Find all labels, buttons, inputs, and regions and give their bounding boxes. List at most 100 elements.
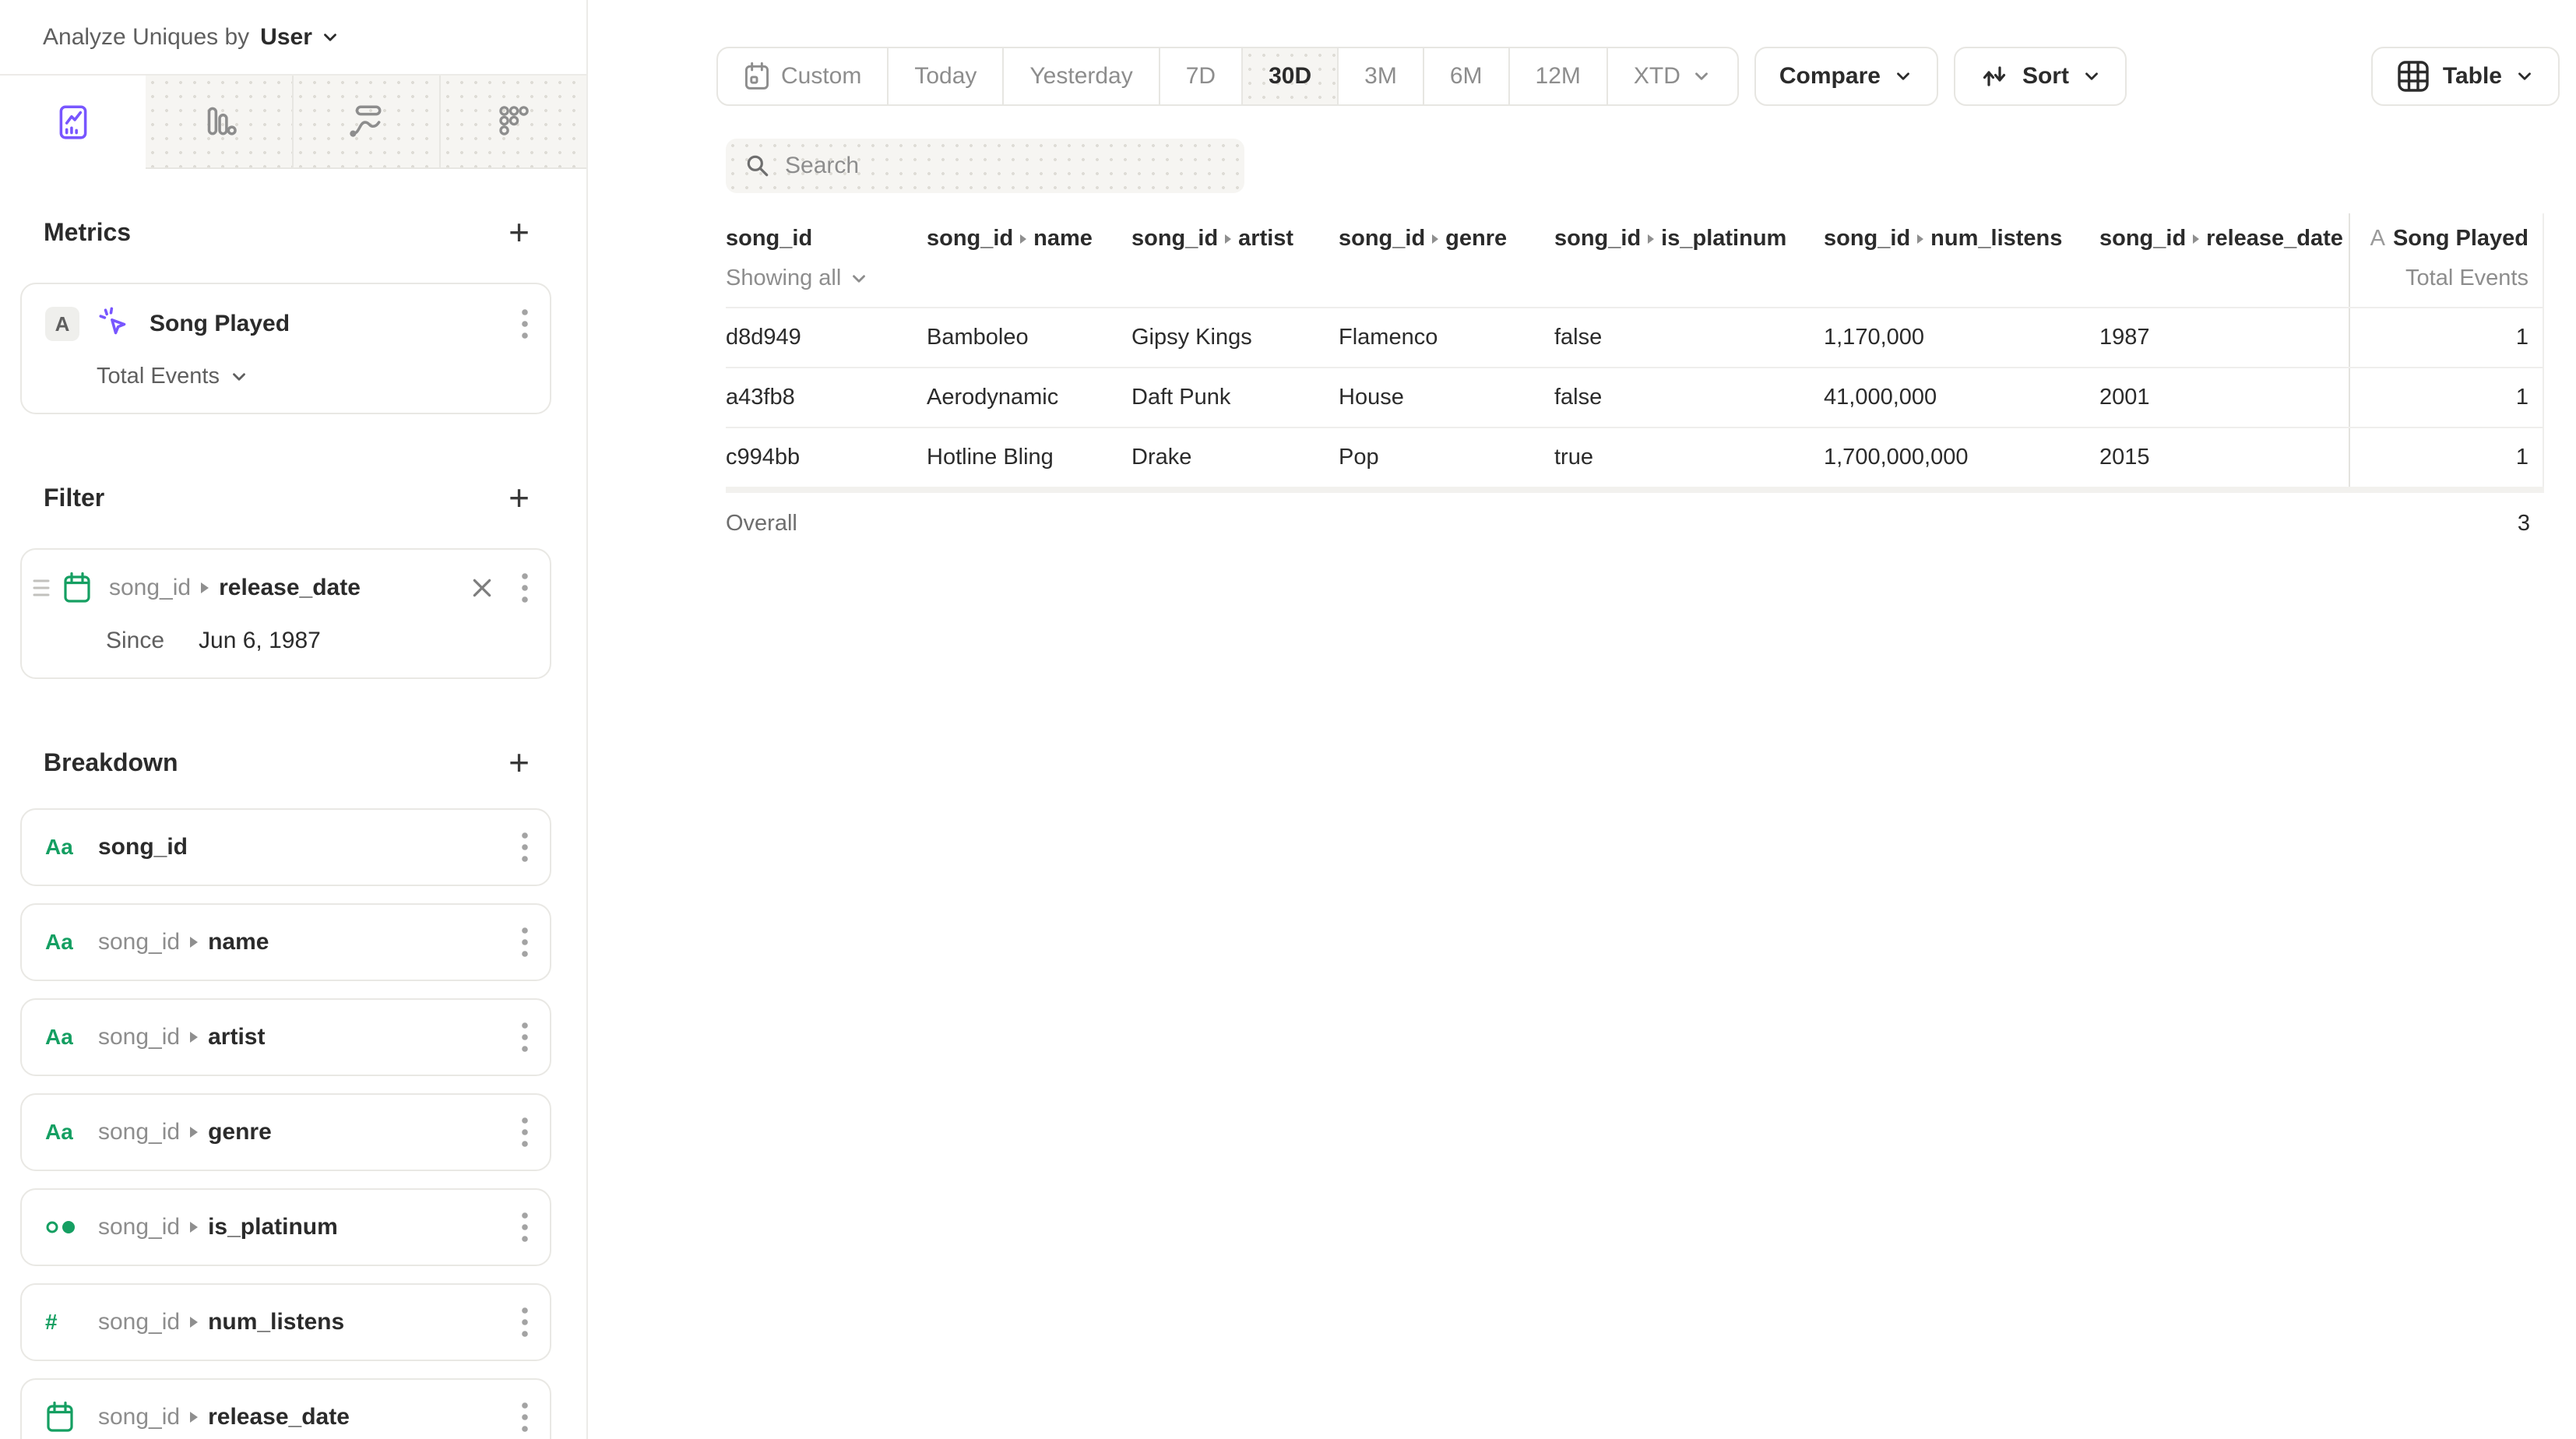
showing-all-selector[interactable]: Showing all — [726, 266, 869, 291]
filter-section-header: Filter + — [20, 480, 551, 515]
property-path-separator — [190, 1032, 198, 1043]
table-row-d8d949[interactable]: d8d949BamboleoGipsy KingsFlamencofalse1,… — [726, 307, 2544, 367]
cell-artist: Drake — [1131, 428, 1339, 487]
table-row-a43fb8[interactable]: a43fb8AerodynamicDaft PunkHousefalse41,0… — [726, 367, 2544, 427]
sort-button[interactable]: Sort — [1954, 47, 2127, 106]
kebab-menu-icon[interactable] — [520, 1021, 530, 1054]
filter-value[interactable]: Jun 6, 1987 — [199, 628, 321, 654]
breakdown-item-name[interactable]: Aasong_idname — [20, 903, 551, 981]
filter-operator[interactable]: Since — [106, 628, 164, 654]
date-range-label: 7D — [1186, 63, 1216, 90]
date-range-today[interactable]: Today — [887, 48, 1002, 104]
breakdown-item-release_date[interactable]: song_idrelease_dateby Year — [20, 1378, 551, 1439]
report-main-area: CustomToday Yesterday 7D 30D 3M6M12MXTD Comp… — [588, 0, 2576, 1439]
sidebar-content: Metrics + ASong PlayedTotal Events Filte… — [0, 169, 586, 1439]
text-property-icon: Aa — [45, 930, 73, 955]
breakdown-item-num_listens[interactable]: # song_id num_listens — [20, 1283, 551, 1361]
table-grid-icon — [2396, 59, 2430, 93]
kebab-menu-icon[interactable] — [520, 1306, 530, 1339]
kebab-menu-icon[interactable] — [520, 1401, 530, 1434]
column-parent-label: song_id — [1554, 226, 1641, 252]
cell-num_listens: 1,170,000 — [1824, 308, 2099, 367]
text-property-icon: Aa — [45, 835, 73, 860]
kebab-menu-icon[interactable] — [520, 308, 530, 340]
metrics-section-header: Metrics + — [20, 214, 551, 250]
search-input[interactable] — [785, 153, 1226, 179]
breakdown-item-is_platinum[interactable]: song_idis_platinum — [20, 1188, 551, 1266]
cell-metric-value: 1 — [2349, 308, 2544, 367]
column-header-num_listens[interactable]: song_idnum_listens — [1824, 213, 2099, 307]
date-range-7d[interactable]: 7D — [1159, 48, 1241, 104]
add-metric-button[interactable]: + — [509, 214, 530, 250]
property-parent-label: song_id — [109, 575, 191, 601]
filter-item[interactable]: song_idrelease_dateSinceJun 6, 1987 — [20, 548, 551, 679]
column-label: name — [1033, 226, 1093, 252]
add-breakdown-button[interactable]: + — [509, 744, 530, 780]
compare-button-label: Compare — [1779, 63, 1881, 90]
date-range-6m[interactable]: 6M — [1423, 48, 1508, 104]
visualization-selector-button[interactable]: Table — [2371, 47, 2560, 106]
retention-tab[interactable] — [439, 76, 586, 169]
aggregation-selector[interactable]: Total Events — [97, 364, 249, 389]
property-path-separator — [190, 1317, 198, 1328]
cell-name: Aerodynamic — [927, 368, 1131, 427]
property-leaf-label: num_listens — [208, 1309, 344, 1335]
column-header-artist[interactable]: song_idartist — [1131, 213, 1339, 307]
column-header-genre[interactable]: song_idgenre — [1339, 213, 1554, 307]
kebab-menu-icon[interactable] — [520, 572, 530, 604]
breakdown-item-song_id[interactable]: Aasong_id — [20, 808, 551, 886]
add-filter-button[interactable]: + — [509, 480, 530, 515]
table-row-c994bb[interactable]: c994bbHotline BlingDrakePoptrue1,700,000… — [726, 427, 2544, 487]
date-range-label: Yesterday — [1029, 63, 1132, 90]
property-parent-label: song_id — [98, 1119, 180, 1145]
column-label: song_id — [726, 226, 812, 252]
property-parent-label: song_id — [98, 1309, 180, 1335]
column-parent-label: song_id — [927, 226, 1013, 252]
compare-button[interactable]: Compare — [1754, 47, 1938, 106]
date-range-label: 30D — [1269, 63, 1311, 90]
breakdown-item-genre[interactable]: Aasong_idgenre — [20, 1093, 551, 1171]
entity-selector-value: User — [260, 24, 312, 51]
breakdown-item-artist[interactable]: Aasong_idartist — [20, 998, 551, 1076]
cell-song_id: d8d949 — [726, 308, 927, 367]
cell-artist: Gipsy Kings — [1131, 308, 1339, 367]
flows-tab[interactable] — [292, 76, 439, 169]
date-range-yesterday[interactable]: Yesterday — [1002, 48, 1158, 104]
date-range-xtd[interactable]: XTD — [1606, 48, 1737, 104]
date-range-30d[interactable]: 30D — [1241, 48, 1337, 104]
breakdown-list: Aasong_idAasong_idnameAasong_idartistAas… — [20, 808, 551, 1439]
kebab-menu-icon[interactable] — [520, 1116, 530, 1149]
close-icon[interactable] — [470, 576, 494, 600]
chevron-down-icon — [1893, 66, 1913, 86]
chevron-down-icon — [2514, 66, 2535, 86]
kebab-menu-icon[interactable] — [520, 926, 530, 959]
entity-selector[interactable]: User — [260, 24, 340, 51]
aggregation-label: Total Events — [97, 364, 220, 389]
cell-is_platinum: false — [1554, 308, 1824, 367]
number-property-icon: # — [45, 1310, 58, 1335]
cell-release_date: 2015 — [2099, 428, 2349, 487]
kebab-menu-icon[interactable] — [520, 831, 530, 864]
insights-tab[interactable] — [0, 76, 146, 169]
property-path-separator — [1020, 234, 1026, 244]
filter-list: song_idrelease_dateSinceJun 6, 1987 — [20, 548, 551, 679]
column-header-release_date[interactable]: song_idrelease_date — [2099, 213, 2349, 307]
property-parent-label: song_id — [98, 1024, 180, 1050]
date-range-custom[interactable]: Custom — [718, 48, 887, 104]
sort-button-label: Sort — [2022, 63, 2069, 90]
column-header-is_platinum[interactable]: song_idis_platinum — [1554, 213, 1824, 307]
kebab-menu-icon[interactable] — [520, 1211, 530, 1244]
column-header-song_id[interactable]: song_id Showing all — [726, 213, 927, 307]
metric-item[interactable]: ASong PlayedTotal Events — [20, 283, 551, 414]
metric-column-header[interactable]: ASong PlayedTotal Events — [2349, 213, 2544, 307]
date-range-3m[interactable]: 3M — [1337, 48, 1423, 104]
column-parent-label: song_id — [1824, 226, 1910, 252]
insights-report-app: Analyze Uniques by User Metrics + ASong … — [0, 0, 2576, 1439]
drag-handle-icon[interactable] — [33, 578, 50, 598]
funnels-tab[interactable] — [146, 76, 291, 169]
cell-num_listens: 41,000,000 — [1824, 368, 2099, 427]
column-header-name[interactable]: song_id name — [927, 213, 1131, 307]
property-path-separator — [1432, 234, 1438, 244]
text-property-icon: Aa — [45, 1120, 73, 1145]
date-range-12m[interactable]: 12M — [1508, 48, 1606, 104]
